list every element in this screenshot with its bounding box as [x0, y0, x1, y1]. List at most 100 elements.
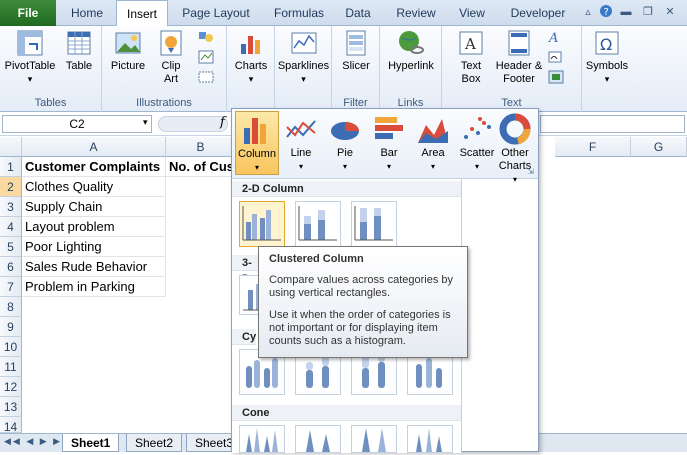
- signature-line-icon[interactable]: [548, 50, 564, 64]
- row-header[interactable]: 13: [0, 397, 22, 417]
- chart-type-column[interactable]: Column ▾: [235, 111, 279, 175]
- pie-chart-icon: [331, 122, 359, 140]
- sparklines-button[interactable]: Sparklines ▾: [277, 28, 330, 86]
- cell-a6[interactable]: Sales Rude Behavior: [22, 257, 166, 277]
- name-box[interactable]: C2: [2, 115, 152, 133]
- cell-a5[interactable]: Poor Lighting: [22, 237, 166, 257]
- row-header[interactable]: 8: [0, 297, 22, 317]
- fx-icon[interactable]: f: [220, 115, 225, 130]
- pivottable-button[interactable]: PivotTable ▾: [2, 28, 58, 86]
- charts-button[interactable]: Charts ▾: [231, 28, 271, 86]
- row-header[interactable]: 11: [0, 357, 22, 377]
- sheet-tab-sheet2[interactable]: Sheet2: [126, 434, 183, 452]
- table-button[interactable]: Table: [60, 28, 98, 73]
- picture-button[interactable]: Picture: [108, 28, 148, 73]
- window-close-icon[interactable]: ✕: [662, 4, 678, 20]
- window-restore-icon[interactable]: ❐: [640, 4, 656, 20]
- tab-page-layout[interactable]: Page Layout: [176, 0, 256, 26]
- formula-bar-handle[interactable]: [158, 116, 228, 132]
- tab-insert[interactable]: Insert: [116, 0, 168, 27]
- tab-home[interactable]: Home: [64, 0, 110, 26]
- row-header[interactable]: 7: [0, 277, 22, 297]
- stacked-column-thumb[interactable]: [295, 201, 341, 247]
- minimize-ribbon-icon[interactable]: ▵: [580, 4, 596, 20]
- sheet-tab-sheet1[interactable]: Sheet1: [62, 434, 120, 452]
- cell-a4[interactable]: Layout problem: [22, 217, 166, 237]
- group-tables-label: Tables: [34, 97, 67, 109]
- picture-label: Picture: [110, 60, 146, 72]
- sheet-nav-icons[interactable]: ◀◀ ◀ ▶ ▶▶: [4, 436, 71, 447]
- cell-a3[interactable]: Supply Chain: [22, 197, 166, 217]
- chart-type-line[interactable]: Line ▾: [279, 111, 323, 175]
- clipart-icon: [160, 30, 182, 56]
- chart-type-area[interactable]: Area ▾: [411, 111, 455, 175]
- ribbon-tab-bar: File Home Insert Page Layout Formulas Da…: [0, 0, 687, 27]
- headerfooter-icon: [508, 30, 530, 56]
- textbox-icon: A: [459, 31, 483, 55]
- smartart-icon[interactable]: [198, 50, 214, 64]
- svg-text:Ω: Ω: [600, 35, 612, 54]
- tab-file[interactable]: File: [0, 0, 56, 26]
- slicer-button[interactable]: Slicer: [336, 28, 376, 73]
- cell-a2[interactable]: Clothes Quality: [22, 177, 166, 197]
- shapes-icon[interactable]: [198, 30, 214, 44]
- column-header-b[interactable]: B: [166, 137, 236, 157]
- headerfooter-button[interactable]: Header & Footer: [494, 28, 544, 86]
- tooltip-title: Clustered Column: [269, 253, 364, 265]
- tab-review[interactable]: Review: [390, 0, 442, 26]
- area-chart-icon: [418, 119, 448, 143]
- tab-developer[interactable]: Developer: [502, 0, 574, 26]
- cone-thumb-1[interactable]: [239, 425, 285, 453]
- row-header[interactable]: 12: [0, 377, 22, 397]
- chart-type-bar[interactable]: Bar ▾: [367, 111, 411, 175]
- select-all-corner[interactable]: [0, 137, 22, 157]
- row-header[interactable]: 14: [0, 417, 22, 434]
- dialog-launcher-icon[interactable]: ⇲: [527, 167, 534, 176]
- symbols-button[interactable]: Ω Symbols ▾: [582, 28, 632, 86]
- cell-a1[interactable]: Customer Complaints: [22, 157, 166, 177]
- svg-text:A: A: [548, 31, 558, 44]
- help-icon[interactable]: ?: [598, 4, 614, 20]
- row-header[interactable]: 3: [0, 197, 22, 217]
- chart-type-pie-label: Pie: [337, 147, 353, 159]
- tab-formulas[interactable]: Formulas: [266, 0, 332, 26]
- row-header[interactable]: 5: [0, 237, 22, 257]
- stacked-cone-icon: [306, 430, 330, 452]
- row-header[interactable]: 9: [0, 317, 22, 337]
- column-header-a[interactable]: A: [22, 137, 166, 157]
- wordart-icon[interactable]: A: [548, 30, 564, 44]
- picture-icon: [115, 32, 141, 54]
- hyperlink-icon: [399, 31, 424, 54]
- formula-input[interactable]: [540, 115, 685, 133]
- tab-view[interactable]: View: [452, 0, 492, 26]
- chart-type-pie[interactable]: Pie ▾: [323, 111, 367, 175]
- clipart-button[interactable]: Clip Art: [152, 28, 190, 86]
- textbox-button[interactable]: A Text Box: [448, 28, 494, 86]
- clustered-column-thumb[interactable]: [239, 201, 285, 247]
- row-header[interactable]: 2: [0, 177, 22, 197]
- group-links: Hyperlink Links: [380, 26, 442, 112]
- window-minimize-icon[interactable]: ▬: [618, 4, 634, 20]
- cell-a7[interactable]: Problem in Parking: [22, 277, 166, 297]
- column-header-g[interactable]: G: [631, 137, 687, 157]
- 100-stacked-column-thumb[interactable]: [351, 201, 397, 247]
- screenshot-icon[interactable]: [198, 70, 214, 84]
- hyperlink-button[interactable]: Hyperlink: [384, 28, 438, 73]
- row-header[interactable]: 10: [0, 337, 22, 357]
- line-chart-icon: [286, 120, 316, 138]
- cone-thumb-4[interactable]: [407, 425, 453, 453]
- 3d-cone-icon: [416, 428, 442, 452]
- row-header[interactable]: 1: [0, 157, 22, 177]
- column-header-f[interactable]: F: [555, 137, 631, 157]
- tab-data[interactable]: Data: [338, 0, 378, 26]
- cone-thumb-2[interactable]: [295, 425, 341, 453]
- textbox-label: Text Box: [460, 60, 482, 85]
- row-header[interactable]: 4: [0, 217, 22, 237]
- cone-thumb-3[interactable]: [351, 425, 397, 453]
- object-icon[interactable]: [548, 70, 564, 84]
- cell-b1[interactable]: No. of Cus: [166, 157, 232, 177]
- chart-type-other[interactable]: Other Charts ▾: [494, 111, 536, 184]
- chart-type-scatter[interactable]: Scatter ▾: [455, 111, 499, 175]
- row-header[interactable]: 6: [0, 257, 22, 277]
- name-box-dropdown-icon[interactable]: ▾: [143, 117, 148, 128]
